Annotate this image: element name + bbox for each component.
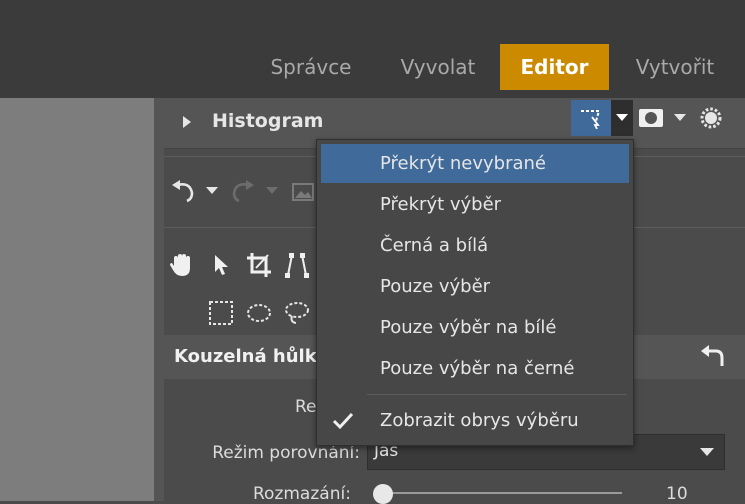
perspective-icon[interactable]	[282, 250, 312, 280]
menu-item-label: Pouze výběr na bílé	[380, 317, 557, 338]
mask-mode-menu: Překrýt nevybrané Překrýt výběr Černá a …	[316, 139, 634, 446]
tab-spravce[interactable]: Správce	[258, 44, 364, 90]
overlay-dropdown-arrow-icon[interactable]	[670, 108, 690, 128]
menu-item-label: Překrýt nevybrané	[380, 153, 546, 174]
menu-item-overlay-unselected[interactable]: Překrýt nevybrané	[321, 144, 629, 183]
selection-mask-icon[interactable]	[571, 100, 611, 136]
menu-item-selection-only[interactable]: Pouze výběr	[321, 267, 629, 306]
blur-slider-handle[interactable]	[373, 484, 393, 504]
magic-wand-title: Kouzelná hůlk	[174, 346, 317, 367]
menu-item-label: Pouze výběr	[380, 276, 491, 297]
menu-divider	[367, 394, 627, 395]
blur-value: 10	[666, 484, 688, 504]
histogram-title: Histogram	[212, 110, 324, 132]
image-canvas	[0, 98, 154, 501]
menu-item-label: Černá a bílá	[380, 235, 489, 256]
image-icon	[290, 180, 316, 204]
rect-selection-icon[interactable]	[206, 298, 236, 328]
mask-dropdown-arrow-icon[interactable]	[611, 100, 633, 136]
menu-item-black-white[interactable]: Černá a bílá	[321, 226, 629, 265]
select-arrow-icon[interactable]	[206, 250, 236, 280]
redo-icon	[228, 176, 258, 206]
menu-item-overlay-selection[interactable]: Překrýt výběr	[321, 185, 629, 224]
compare-mode-label: Režim porovnání:	[212, 443, 360, 463]
chevron-down-icon	[698, 446, 716, 458]
tab-vyvolat[interactable]: Vyvolat	[387, 44, 489, 90]
blur-slider-track[interactable]	[378, 492, 622, 494]
undo-icon[interactable]	[168, 176, 198, 206]
menu-item-label: Pouze výběr na černé	[380, 358, 575, 379]
tab-vytvorit[interactable]: Vytvořit	[623, 44, 727, 90]
menu-item-label: Překrýt výběr	[380, 194, 502, 215]
crop-icon[interactable]	[244, 250, 274, 280]
overlay-icon[interactable]	[636, 104, 666, 132]
mode-label: Re	[295, 397, 317, 417]
expand-triangle-icon[interactable]	[178, 112, 196, 132]
menu-item-show-outline[interactable]: Zobrazit obrys výběru	[321, 401, 629, 440]
hand-tool-icon[interactable]	[166, 250, 196, 280]
undo-dropdown-arrow-icon[interactable]	[203, 182, 221, 200]
lasso-selection-icon[interactable]	[282, 298, 312, 328]
menu-item-selection-on-black[interactable]: Pouze výběr na černé	[321, 349, 629, 388]
tab-editor[interactable]: Editor	[500, 44, 609, 90]
blur-label: Rozmazání:	[253, 484, 351, 504]
reset-icon[interactable]	[696, 341, 728, 371]
panel-gutter	[154, 98, 164, 501]
ellipse-selection-icon[interactable]	[244, 298, 274, 328]
menu-item-selection-on-white[interactable]: Pouze výběr na bílé	[321, 308, 629, 347]
checkmark-icon	[331, 410, 355, 432]
menu-item-label: Zobrazit obrys výběru	[380, 410, 579, 431]
redo-dropdown-arrow-icon	[263, 182, 281, 200]
settings-gear-icon[interactable]	[697, 104, 725, 132]
